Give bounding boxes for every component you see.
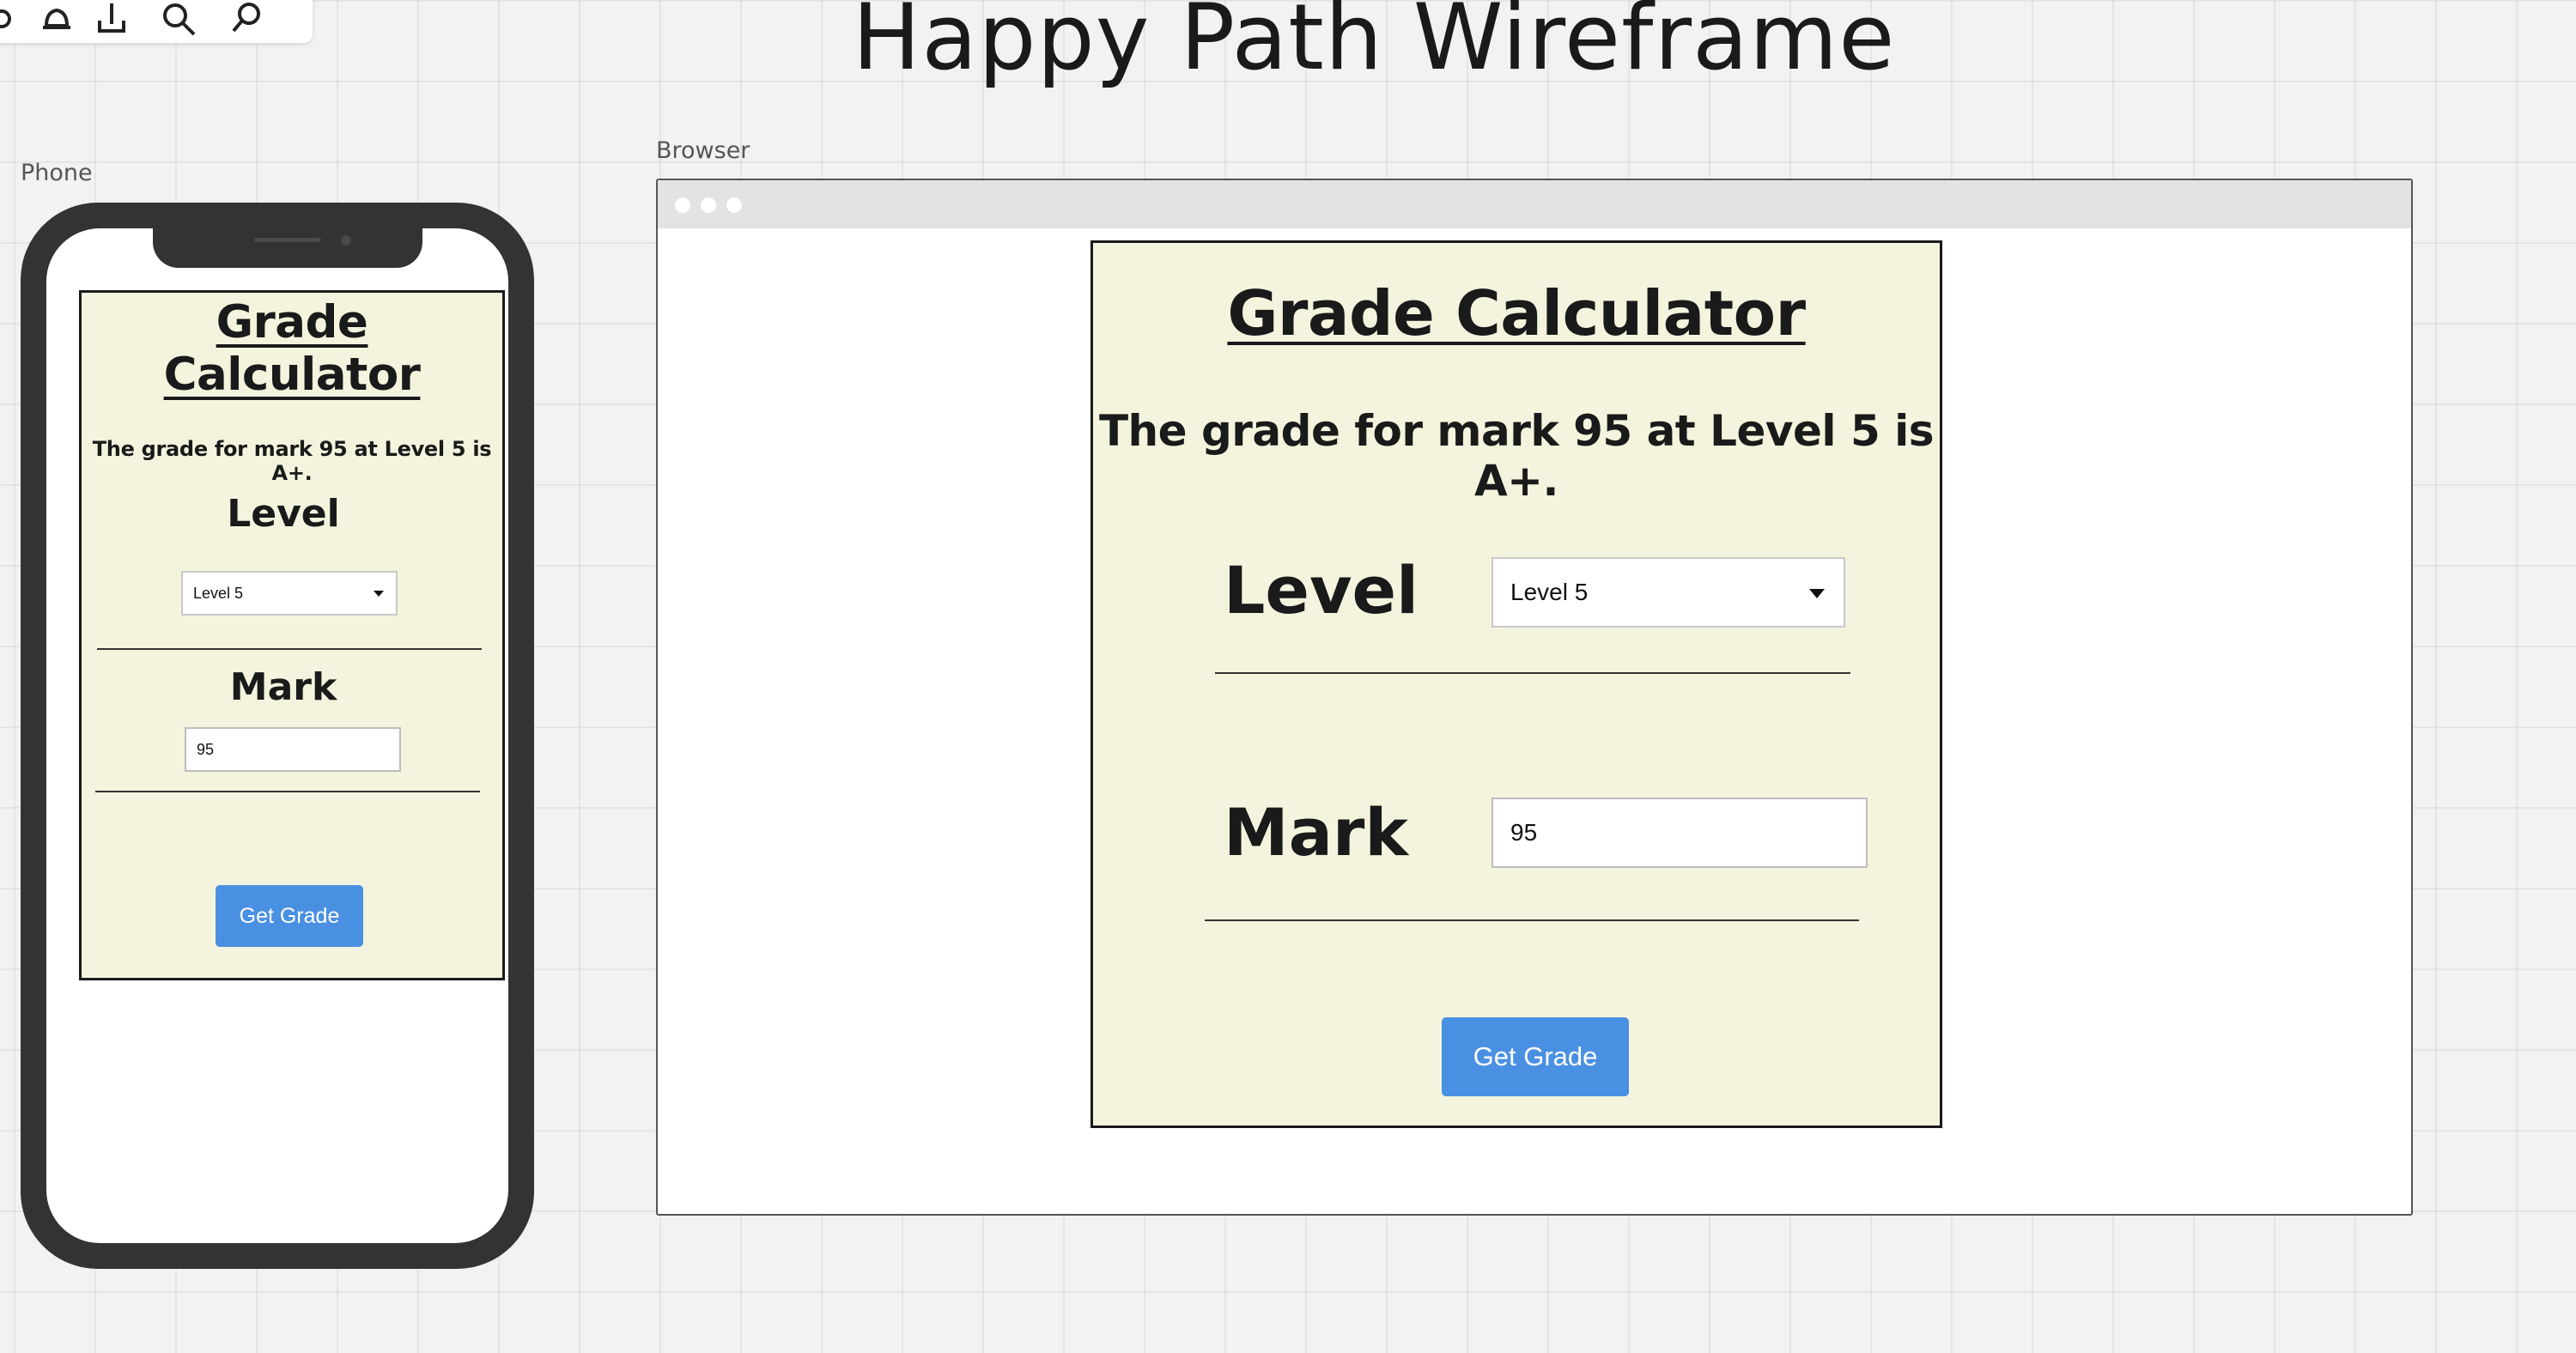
phone-app-title: Grade Calculator — [163, 296, 421, 401]
browser-level-label: Level — [1224, 552, 1419, 628]
phone-speaker — [254, 238, 321, 242]
phone-get-grade-button[interactable]: Get Grade — [216, 885, 363, 947]
phone-frame[interactable]: Grade Calculator The grade for mark 95 a… — [21, 203, 534, 1269]
browser-mark-divider — [1205, 919, 1859, 921]
browser-app-title: Grade Calculator — [1227, 277, 1806, 349]
browser-grade-calculator-card: Grade Calculator The grade for mark 95 a… — [1091, 240, 1942, 1128]
phone-level-divider — [97, 648, 482, 650]
phone-level-label: Level — [227, 492, 340, 536]
phone-mark-input[interactable]: 95 — [185, 727, 401, 772]
phone-mark-divider — [95, 791, 480, 792]
browser-frame-label[interactable]: Browser — [656, 137, 750, 164]
phone-camera-icon — [341, 235, 351, 246]
board-title: Happy Path Wireframe — [852, 0, 1896, 90]
window-dot-icon[interactable] — [726, 197, 742, 213]
phone-screen: Grade Calculator The grade for mark 95 a… — [46, 228, 508, 1243]
chevron-down-icon — [1809, 589, 1825, 598]
browser-level-select[interactable]: Level 5 — [1492, 557, 1845, 628]
browser-level-select-value: Level 5 — [1510, 579, 1589, 605]
chevron-down-icon — [374, 591, 384, 597]
browser-title-bar — [658, 180, 2411, 228]
phone-level-select-value: Level 5 — [193, 584, 244, 602]
phone-notch — [153, 228, 422, 268]
browser-result-text: The grade for mark 95 at Level 5 is A+. — [1098, 406, 1935, 506]
phone-mark-label: Mark — [229, 665, 337, 709]
phone-level-select[interactable]: Level 5 — [181, 571, 398, 616]
phone-grade-calculator-card: Grade Calculator The grade for mark 95 a… — [79, 290, 505, 980]
phone-result-text: The grade for mark 95 at Level 5 is A+. — [92, 437, 492, 485]
browser-frame[interactable]: Grade Calculator The grade for mark 95 a… — [656, 179, 2413, 1216]
browser-mark-label: Mark — [1224, 794, 1408, 871]
browser-get-grade-button[interactable]: Get Grade — [1442, 1017, 1629, 1096]
browser-level-divider — [1215, 672, 1850, 674]
phone-frame-label[interactable]: Phone — [21, 160, 93, 186]
window-dot-icon[interactable] — [675, 197, 690, 213]
browser-mark-input[interactable]: 95 — [1492, 798, 1868, 868]
phone-mark-input-value: 95 — [197, 740, 215, 758]
window-dot-icon[interactable] — [701, 197, 716, 213]
browser-mark-input-value: 95 — [1510, 819, 1538, 846]
